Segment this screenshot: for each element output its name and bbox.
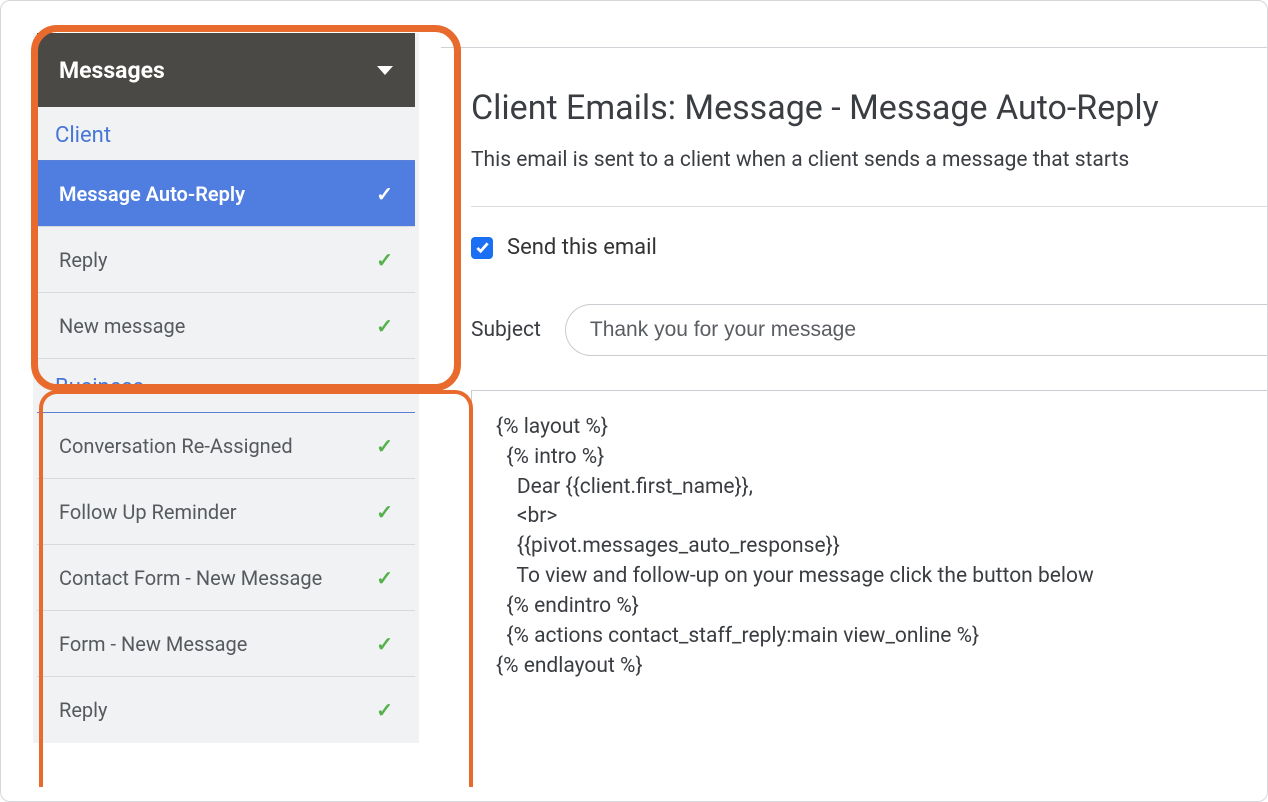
check-icon: ✓ bbox=[376, 434, 393, 458]
send-email-row: Send this email bbox=[471, 235, 1267, 260]
sidebar-item-label: Reply bbox=[59, 248, 108, 272]
send-email-checkbox[interactable] bbox=[471, 237, 493, 259]
email-body-editor[interactable]: {% layout %} {% intro %} Dear {{client.f… bbox=[471, 390, 1267, 730]
sidebar-section-header[interactable]: Messages bbox=[37, 33, 415, 107]
subject-label: Subject bbox=[471, 318, 541, 342]
sidebar-item-message-auto-reply[interactable]: Message Auto-Reply ✓ bbox=[37, 161, 415, 227]
sidebar-item-reply-business[interactable]: Reply ✓ bbox=[37, 677, 415, 743]
check-icon: ✓ bbox=[376, 314, 393, 338]
sidebar-item-label: New message bbox=[59, 314, 185, 338]
page-description: This email is sent to a client when a cl… bbox=[471, 148, 1267, 172]
sidebar-item-label: Contact Form - New Message bbox=[59, 566, 322, 590]
check-icon: ✓ bbox=[376, 698, 393, 722]
subject-input[interactable] bbox=[565, 304, 1267, 356]
sidebar-item-label: Reply bbox=[59, 698, 108, 722]
check-icon: ✓ bbox=[376, 632, 393, 656]
sidebar-item-follow-up-reminder[interactable]: Follow Up Reminder ✓ bbox=[37, 479, 415, 545]
send-email-label: Send this email bbox=[507, 235, 657, 260]
check-icon bbox=[475, 240, 490, 255]
sidebar-item-form-new-message[interactable]: Form - New Message ✓ bbox=[37, 611, 415, 677]
sidebar-item-label: Conversation Re-Assigned bbox=[59, 434, 293, 458]
divider bbox=[471, 206, 1267, 207]
sidebar-section-title: Messages bbox=[59, 57, 165, 84]
sidebar: Messages Client Message Auto-Reply ✓ Rep… bbox=[1, 1, 441, 801]
main-panel: Client Emails: Message - Message Auto-Re… bbox=[441, 47, 1267, 801]
subject-row: Subject bbox=[471, 304, 1267, 356]
sidebar-item-label: Message Auto-Reply bbox=[59, 182, 245, 206]
sidebar-group: Messages Client Message Auto-Reply ✓ Rep… bbox=[33, 33, 419, 743]
sidebar-category-business[interactable]: Business bbox=[37, 359, 415, 413]
app-frame: Messages Client Message Auto-Reply ✓ Rep… bbox=[0, 0, 1268, 802]
chevron-down-icon bbox=[377, 66, 393, 75]
sidebar-category-client[interactable]: Client bbox=[37, 107, 415, 161]
check-icon: ✓ bbox=[376, 248, 393, 272]
check-icon: ✓ bbox=[376, 500, 393, 524]
sidebar-item-label: Follow Up Reminder bbox=[59, 500, 237, 524]
page-title: Client Emails: Message - Message Auto-Re… bbox=[471, 88, 1267, 128]
check-icon: ✓ bbox=[376, 182, 393, 206]
sidebar-item-contact-form-new-message[interactable]: Contact Form - New Message ✓ bbox=[37, 545, 415, 611]
sidebar-item-conversation-reassigned[interactable]: Conversation Re-Assigned ✓ bbox=[37, 413, 415, 479]
check-icon: ✓ bbox=[376, 566, 393, 590]
sidebar-item-reply[interactable]: Reply ✓ bbox=[37, 227, 415, 293]
sidebar-item-label: Form - New Message bbox=[59, 632, 247, 656]
sidebar-item-new-message[interactable]: New message ✓ bbox=[37, 293, 415, 359]
